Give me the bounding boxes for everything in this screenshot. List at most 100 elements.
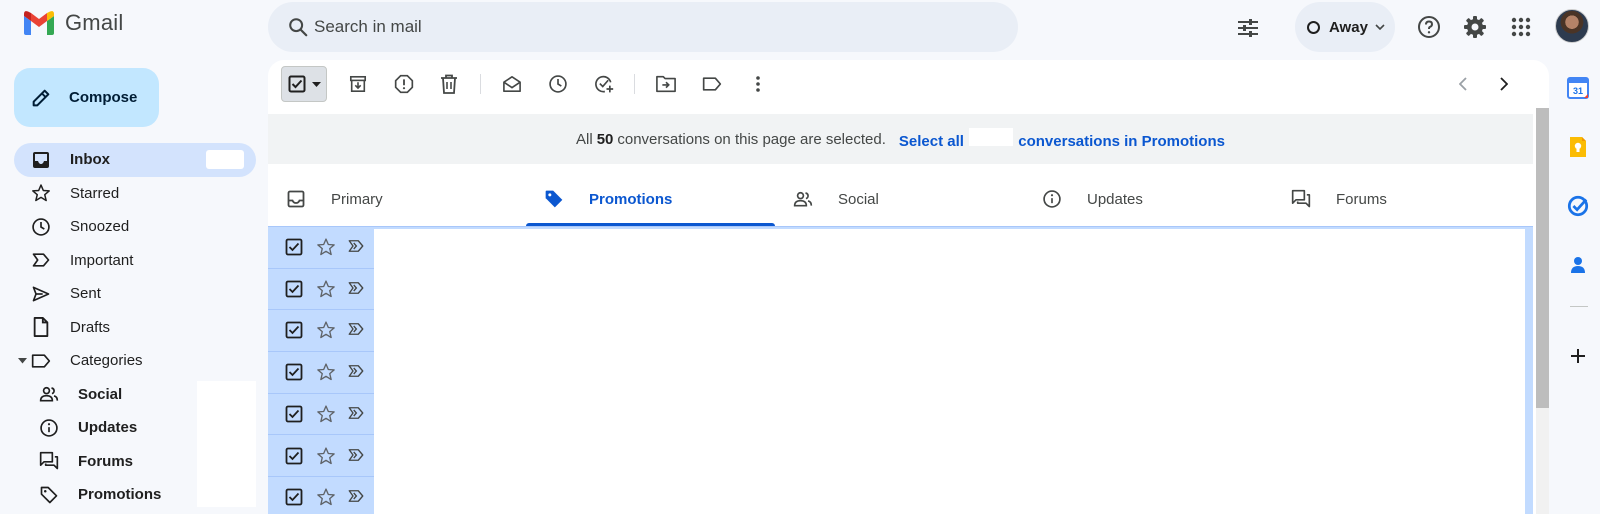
- importance-marker-icon[interactable]: [347, 447, 367, 467]
- sidebar-item-inbox[interactable]: Inbox: [14, 143, 256, 177]
- mail-list-panel: All 50 conversations on this page are se…: [268, 60, 1549, 514]
- archive-icon[interactable]: [338, 64, 378, 104]
- importance-marker-icon[interactable]: [347, 405, 367, 425]
- label-as-icon[interactable]: [692, 64, 732, 104]
- row-checkbox-checked-icon[interactable]: [285, 405, 305, 425]
- report-spam-icon[interactable]: [384, 64, 424, 104]
- tasks-app-icon[interactable]: [1566, 194, 1590, 218]
- draft-file-icon: [31, 317, 51, 338]
- tab-label: Social: [838, 190, 879, 208]
- star-toggle-icon[interactable]: [316, 446, 338, 468]
- star-toggle-icon[interactable]: [316, 237, 338, 259]
- toolbar-divider: [480, 74, 481, 94]
- settings-gear-icon[interactable]: [1455, 7, 1495, 47]
- sidebar-item-starred[interactable]: Starred: [14, 177, 256, 211]
- select-all-label: Select all: [898, 133, 964, 150]
- select-all-suffix: conversations in Promotions: [1018, 133, 1225, 150]
- keep-app-icon[interactable]: [1566, 135, 1590, 159]
- sidebar-item-label: Inbox: [70, 151, 110, 169]
- help-icon[interactable]: [1409, 7, 1449, 47]
- tab-forums[interactable]: Forums: [1273, 172, 1522, 226]
- row-checkbox-checked-icon[interactable]: [285, 363, 305, 383]
- select-all-dropdown[interactable]: [281, 66, 327, 102]
- tab-promotions[interactable]: Promotions: [526, 172, 775, 226]
- newer-page-chevron-left-icon[interactable]: [1443, 64, 1483, 104]
- contacts-app-icon[interactable]: [1566, 253, 1590, 277]
- sidebar-item-label: Forums: [78, 452, 134, 470]
- tab-label: Updates: [1087, 190, 1143, 208]
- tab-updates[interactable]: Updates: [1024, 172, 1273, 226]
- compose-button[interactable]: Compose: [14, 68, 159, 127]
- apps-grid-icon[interactable]: [1501, 7, 1541, 47]
- more-options-icon[interactable]: [738, 64, 778, 104]
- tab-label: Primary: [331, 190, 383, 208]
- row-checkbox-checked-icon[interactable]: [285, 321, 305, 341]
- importance-marker-icon[interactable]: [347, 488, 367, 508]
- caret-down-icon: [312, 81, 321, 87]
- pencil-icon: [32, 89, 50, 106]
- account-avatar[interactable]: [1555, 9, 1589, 43]
- email-row[interactable]: [268, 436, 374, 477]
- status-label: Away: [1329, 18, 1368, 36]
- sidebar-item-label: Promotions: [78, 486, 162, 504]
- row-checkbox-checked-icon[interactable]: [285, 280, 305, 300]
- email-row[interactable]: [268, 477, 374, 514]
- search-options-icon[interactable]: [1234, 14, 1262, 42]
- importance-marker-icon[interactable]: [347, 363, 367, 383]
- row-checkbox-checked-icon[interactable]: [285, 488, 305, 508]
- people-icon: [39, 384, 59, 404]
- email-row[interactable]: [268, 310, 374, 352]
- tag-icon: [543, 188, 565, 210]
- sidebar-item-label: Social: [78, 385, 123, 403]
- select-all-link[interactable]: Select all conversations in Promotions: [899, 128, 1225, 150]
- sidebar-item-categories[interactable]: Categories: [14, 344, 256, 378]
- sidebar-item-snoozed[interactable]: Snoozed: [14, 210, 256, 244]
- checked-checkbox-icon: [288, 75, 306, 93]
- unread-count-badge: [206, 150, 244, 169]
- snooze-clock-icon[interactable]: [538, 64, 578, 104]
- importance-marker-icon[interactable]: [347, 321, 367, 341]
- search-icon[interactable]: [278, 7, 318, 47]
- sidebar-item-drafts[interactable]: Drafts: [14, 311, 256, 345]
- sidebar-item-sent[interactable]: Sent: [14, 277, 256, 311]
- row-checkbox-checked-icon[interactable]: [285, 447, 305, 467]
- move-to-folder-icon[interactable]: [646, 64, 686, 104]
- email-row[interactable]: [268, 227, 374, 269]
- importance-marker-icon[interactable]: [347, 280, 367, 300]
- add-to-tasks-icon[interactable]: [584, 64, 624, 104]
- gmail-m-icon: [24, 11, 54, 35]
- search-bar[interactable]: [268, 2, 1258, 52]
- star-toggle-icon[interactable]: [316, 487, 338, 509]
- gmail-logo[interactable]: Gmail: [22, 10, 123, 36]
- older-page-chevron-right-icon[interactable]: [1484, 64, 1524, 104]
- total-count-placeholder: [969, 128, 1014, 146]
- star-toggle-icon[interactable]: [316, 362, 338, 384]
- importance-marker-icon[interactable]: [347, 238, 367, 258]
- mark-as-read-icon[interactable]: [492, 64, 532, 104]
- add-addon-plus-icon[interactable]: [1566, 344, 1590, 368]
- scrollbar-thumb[interactable]: [1536, 108, 1549, 408]
- forum-icon: [39, 451, 59, 471]
- tab-primary[interactable]: Primary: [268, 172, 517, 226]
- star-toggle-icon[interactable]: [316, 320, 338, 342]
- tab-social[interactable]: Social: [775, 172, 1024, 226]
- calendar-app-icon[interactable]: 31: [1566, 76, 1590, 100]
- people-icon: [792, 188, 814, 210]
- search-input[interactable]: [314, 2, 914, 52]
- sidebar-item-label: Drafts: [70, 318, 111, 336]
- inbox-icon: [31, 150, 51, 170]
- star-toggle-icon[interactable]: [316, 279, 338, 301]
- email-row[interactable]: [268, 352, 374, 394]
- category-counts-area: [197, 381, 256, 507]
- status-indicator-icon: [1307, 20, 1320, 34]
- tab-label: Forums: [1336, 190, 1387, 208]
- email-row[interactable]: [268, 269, 374, 311]
- row-checkbox-checked-icon[interactable]: [285, 238, 305, 258]
- side-panel-divider: [1570, 306, 1588, 307]
- delete-trash-icon[interactable]: [429, 64, 469, 104]
- sidebar-item-important[interactable]: Important: [14, 244, 256, 278]
- status-selector[interactable]: Away: [1295, 2, 1395, 52]
- email-row[interactable]: [268, 394, 374, 436]
- star-toggle-icon[interactable]: [316, 404, 338, 426]
- selected-count: 50: [596, 130, 614, 148]
